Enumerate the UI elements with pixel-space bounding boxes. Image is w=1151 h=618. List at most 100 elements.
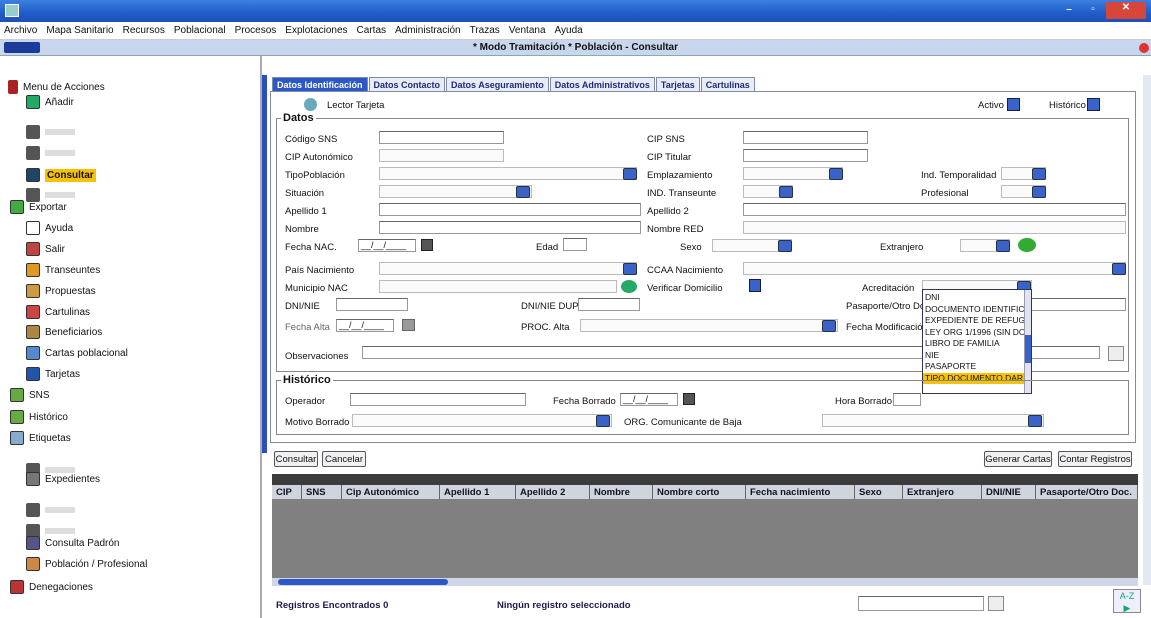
activo-checkbox[interactable] (1007, 98, 1020, 111)
tab-3[interactable]: Datos Administrativos (549, 77, 655, 91)
menu-item-3[interactable]: Poblacional (174, 25, 226, 36)
menu-item-1[interactable]: Mapa Sanitario (46, 25, 113, 36)
column-header[interactable]: Apellido 1 (440, 485, 516, 499)
nombre-input[interactable] (379, 221, 641, 234)
cip-sns-input[interactable] (743, 131, 868, 144)
menu-item-8[interactable]: Trazas (470, 25, 500, 36)
pasaporte-input[interactable] (1030, 298, 1126, 311)
observaciones-edit-icon[interactable] (1108, 346, 1124, 361)
sidebar-item-cartulinas[interactable]: Cartulinas (26, 302, 90, 322)
proc-alta-select[interactable] (580, 319, 838, 332)
municipio-nac-select[interactable] (379, 280, 617, 293)
sort-az-button[interactable]: A-Z ▶ (1113, 589, 1141, 613)
close-button[interactable]: ✕ (1106, 2, 1146, 19)
proc-alta-dropdown-icon[interactable] (822, 320, 836, 332)
column-header[interactable]: Extranjero (903, 485, 982, 499)
sidebar-item-cartas-poblacional[interactable]: Cartas poblacional (26, 343, 128, 363)
ccaa-nac-dropdown-icon[interactable] (1112, 263, 1126, 275)
tab-5[interactable]: Cartulinas (700, 77, 755, 91)
sidebar-item-denegaciones[interactable]: Denegaciones (10, 577, 93, 597)
acreditacion-option[interactable]: DOCUMENTO IDENTIFICA (923, 304, 1031, 316)
column-header[interactable]: Sexo (855, 485, 903, 499)
sexo-dropdown-icon[interactable] (778, 240, 792, 252)
tipo-poblacion-dropdown-icon[interactable] (623, 168, 637, 180)
verificar-domicilio-icon[interactable] (621, 280, 637, 293)
card-reader-label[interactable]: Lector Tarjeta (327, 100, 384, 111)
dni-input[interactable] (336, 298, 408, 311)
menu-item-6[interactable]: Cartas (357, 25, 386, 36)
column-header[interactable]: Nombre (590, 485, 653, 499)
operador-input[interactable] (350, 393, 526, 406)
menu-item-4[interactable]: Procesos (235, 25, 277, 36)
tab-1[interactable]: Datos Contacto (368, 77, 446, 91)
apellido1-input[interactable] (379, 203, 641, 216)
sidebar-item-tarjetas[interactable]: Tarjetas (26, 364, 80, 384)
situacion-dropdown-icon[interactable] (516, 186, 530, 198)
sidebar-item-ayuda[interactable]: Ayuda (26, 218, 73, 238)
sidebar-item-exportar[interactable]: Exportar (10, 197, 67, 217)
menu-item-0[interactable]: Archivo (4, 25, 37, 36)
sidebar-item-transeuntes[interactable]: Transeuntes (26, 260, 100, 280)
sidebar-item-beneficiarios[interactable]: Beneficiarios (26, 322, 102, 342)
hora-borrado-input[interactable] (893, 393, 921, 406)
column-header[interactable]: Cip Autonómico (342, 485, 440, 499)
dropdown-scrollbar[interactable] (1024, 290, 1031, 393)
extranjero-globe-icon[interactable] (1018, 238, 1036, 252)
column-header[interactable]: Fecha nacimiento (746, 485, 855, 499)
search-icon[interactable] (988, 596, 1004, 611)
card-reader-icon[interactable] (304, 98, 317, 111)
column-header[interactable]: DNI/NIE (982, 485, 1036, 499)
tipo-poblacion-select[interactable] (379, 167, 637, 180)
menu-item-10[interactable]: Ayuda (555, 25, 583, 36)
consultar-button[interactable]: Consultar (274, 451, 318, 467)
emplazamiento-select[interactable] (743, 167, 843, 180)
sidebar-item-salir[interactable]: Salir (26, 239, 65, 259)
historico-checkbox[interactable] (1087, 98, 1100, 111)
org-baja-select[interactable] (822, 414, 1044, 427)
menu-item-5[interactable]: Explotaciones (285, 25, 347, 36)
codigo-sns-input[interactable] (379, 131, 504, 144)
tab-4[interactable]: Tarjetas (655, 77, 700, 91)
motivo-borrado-select[interactable] (352, 414, 612, 427)
generar-cartas-button[interactable]: Generar Cartas (984, 451, 1052, 467)
contar-registros-button[interactable]: Contar Registros (1058, 451, 1132, 467)
horizontal-scrollbar[interactable] (272, 578, 1138, 586)
sidebar-item-consulta-padr-n[interactable]: Consulta Padrón (26, 533, 120, 553)
apellido2-input[interactable] (743, 203, 1126, 216)
sidebar-item-expedientes[interactable]: Expedientes (26, 469, 100, 489)
sidebar-splitter[interactable] (262, 75, 267, 453)
sidebar-item-consultar[interactable]: Consultar (26, 165, 96, 185)
verificar-domicilio-button[interactable] (749, 279, 761, 292)
menu-item-2[interactable]: Recursos (123, 25, 165, 36)
cip-titular-input[interactable] (743, 149, 868, 162)
column-header[interactable]: SNS (302, 485, 342, 499)
sidebar-item-a-adir[interactable]: Añadir (26, 92, 74, 112)
profesional-dropdown-icon[interactable] (1032, 186, 1046, 198)
fecha-borrado-input[interactable]: __/__/____ (620, 393, 678, 406)
sidebar-item-sns[interactable]: SNS (10, 385, 50, 405)
acreditacion-option[interactable]: PASAPORTE (923, 361, 1031, 373)
minimize-button[interactable]: – (1058, 4, 1080, 18)
org-baja-dropdown-icon[interactable] (1028, 415, 1042, 427)
main-vertical-scrollbar[interactable] (1143, 75, 1151, 585)
acreditacion-dropdown-list[interactable]: DNI DOCUMENTO IDENTIFICA EXPEDIENTE DE REF… (922, 289, 1032, 394)
cip-autonomico-input[interactable] (379, 149, 504, 162)
tab-0[interactable]: Datos Identificación (272, 77, 368, 91)
column-header[interactable]: Apellido 2 (516, 485, 590, 499)
sidebar-item-etiquetas[interactable]: Etiquetas (10, 428, 71, 448)
menu-item-9[interactable]: Ventana (509, 25, 546, 36)
acreditacion-option[interactable]: LIBRO DE FAMILIA (923, 338, 1031, 350)
search-input[interactable] (858, 596, 984, 611)
ind-temporalidad-dropdown-icon[interactable] (1032, 168, 1046, 180)
ind-transeunte-dropdown-icon[interactable] (779, 186, 793, 198)
pais-nac-select[interactable] (379, 262, 637, 275)
menu-item-7[interactable]: Administración (395, 25, 461, 36)
sidebar-item-poblaci-n-profesional[interactable]: Población / Profesional (26, 554, 147, 574)
fecha-alta-input[interactable]: __/__/____ (336, 319, 394, 332)
fecha-nac-calendar-icon[interactable] (421, 239, 433, 251)
sidebar-item-propuestas[interactable]: Propuestas (26, 281, 96, 301)
cancelar-button[interactable]: Cancelar (322, 451, 366, 467)
ccaa-nac-select[interactable] (743, 262, 1126, 275)
column-header[interactable]: Pasaporte/Otro Doc. (1036, 485, 1138, 499)
acreditacion-option[interactable]: LEY ORG 1/1996 (SIN DO (923, 327, 1031, 339)
